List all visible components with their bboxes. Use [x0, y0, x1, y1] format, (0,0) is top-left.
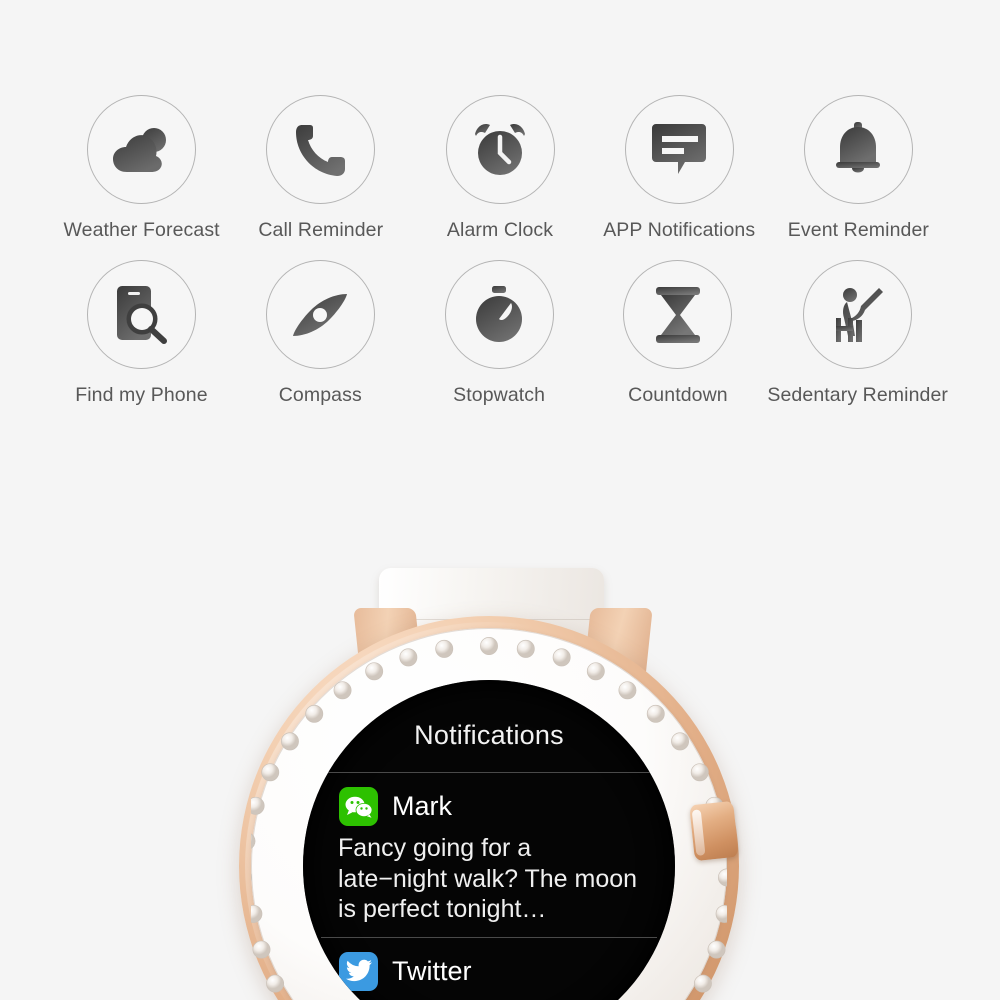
feature-sedentary-reminder[interactable]: Sedentary Reminder	[767, 260, 948, 407]
feature-grid: Weather Forecast Call Reminder Alarm Clo…	[0, 95, 1000, 407]
feature-stopwatch[interactable]: Stopwatch	[410, 260, 589, 407]
feature-icon-circle	[86, 260, 196, 369]
feature-label: Countdown	[628, 384, 728, 406]
feature-icon-circle	[803, 260, 913, 369]
feature-icon-circle	[87, 95, 197, 204]
feature-label: Compass	[278, 384, 362, 406]
feature-label: Weather Forecast	[63, 219, 220, 241]
feature-countdown[interactable]: Countdown	[589, 260, 768, 407]
stopwatch-icon	[473, 285, 525, 344]
notification-item-twitter[interactable]: Twitter	[327, 938, 651, 991]
feature-app-notifications[interactable]: APP Notifications	[590, 95, 769, 242]
feature-icon-circle	[803, 95, 913, 204]
notifications-title: Notifications	[414, 720, 564, 750]
feature-call-reminder[interactable]: Call Reminder	[231, 95, 410, 242]
phone-handset-icon	[295, 123, 346, 177]
feature-label: Event Reminder	[787, 219, 930, 241]
notification-header: Mark	[327, 787, 651, 826]
feature-row: Find my Phone Compass Stopwatch Countdow…	[0, 260, 1000, 407]
feature-weather-forecast[interactable]: Weather Forecast	[52, 95, 231, 242]
feature-label: Call Reminder	[258, 219, 384, 241]
hourglass-icon	[654, 286, 702, 343]
message-bubble-icon	[652, 123, 707, 176]
feature-event-reminder[interactable]: Event Reminder	[769, 95, 948, 242]
feature-icon-circle	[624, 95, 734, 204]
feature-label: Sedentary Reminder	[767, 384, 949, 406]
notification-sender: Mark	[392, 791, 452, 821]
notification-item-wechat[interactable]: Mark Fancy going for a late−night walk? …	[327, 773, 651, 925]
feature-icon-circle	[623, 260, 733, 369]
notification-message: Fancy going for a late−night walk? The m…	[338, 834, 638, 923]
wechat-icon	[339, 787, 378, 826]
feature-compass[interactable]: Compass	[231, 260, 410, 407]
alarm-clock-icon	[472, 122, 528, 178]
feature-find-my-phone[interactable]: Find my Phone	[52, 260, 231, 407]
feature-label: Find my Phone	[75, 384, 208, 406]
feature-row: Weather Forecast Call Reminder Alarm Clo…	[0, 95, 1000, 242]
feature-icon-circle	[266, 95, 376, 204]
feature-icon-circle	[444, 260, 554, 369]
feature-icon-circle	[265, 260, 375, 369]
stretching-person-icon	[830, 286, 886, 344]
feature-label: Alarm Clock	[446, 219, 554, 241]
compass-needle-icon	[291, 291, 349, 339]
twitter-bird-icon	[339, 951, 378, 991]
cloud-sun-icon	[111, 124, 173, 176]
notification-header: Twitter	[327, 951, 651, 991]
feature-label: APP Notifications	[603, 219, 756, 241]
feature-alarm-clock[interactable]: Alarm Clock	[410, 95, 589, 242]
feature-icon-circle	[445, 95, 555, 204]
notification-sender: Twitter	[392, 955, 472, 986]
phone-search-icon	[115, 285, 168, 344]
watch-crown-button[interactable]	[689, 800, 739, 862]
smartwatch-product-photo: Notifications Mark Fancy going for a lat…	[0, 520, 1000, 1000]
feature-label: Stopwatch	[453, 384, 546, 406]
bell-icon	[833, 121, 883, 178]
watch-display[interactable]: Notifications Mark Fancy going for a lat…	[303, 680, 675, 1000]
